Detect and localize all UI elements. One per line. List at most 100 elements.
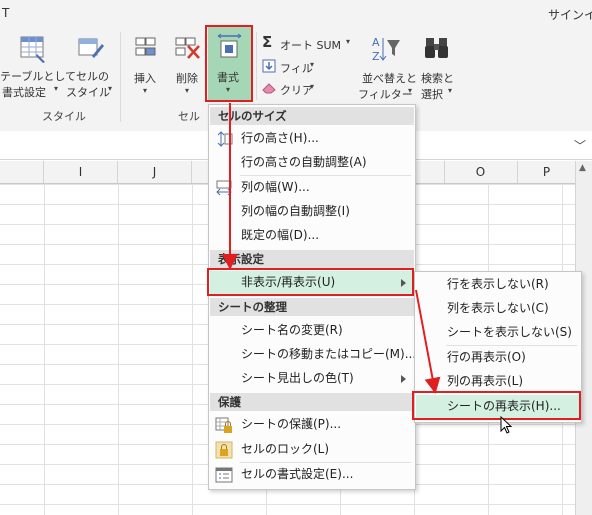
cell-styles-button[interactable]: セルの スタイル ▾ <box>66 34 116 102</box>
svg-text:A: A <box>372 36 380 49</box>
group-separator <box>120 32 121 122</box>
submenu-item-hide-rows[interactable]: 行を表示しない(R) <box>416 273 580 296</box>
chevron-down-icon: ▾ <box>185 86 190 95</box>
clear-label: クリア <box>280 84 313 97</box>
column-header[interactable] <box>0 161 44 183</box>
group-separator <box>256 32 257 100</box>
column-header-o[interactable]: O <box>444 161 518 183</box>
section-header-cell-size: セルのサイズ <box>210 107 414 125</box>
format-as-table-label1: テーブルとして <box>0 70 77 83</box>
column-header[interactable] <box>414 161 445 183</box>
chevron-down-icon: ▾ <box>310 60 315 69</box>
insert-label: 挿入 <box>134 72 156 85</box>
annotation-box-unhide-sheet <box>412 391 581 420</box>
menu-item-label: 列の幅の自動調整(I) <box>241 204 350 218</box>
column-header-i[interactable]: I <box>44 161 118 183</box>
chevron-down-icon: ▾ <box>54 84 59 93</box>
menu-item-label: シート名の変更(R) <box>241 323 343 337</box>
sigma-icon: Σ <box>262 33 273 51</box>
cell-styles-label1: セルの <box>76 70 109 83</box>
format-as-table-button[interactable]: テーブルとして 書式設定 ▾ <box>0 34 76 102</box>
section-header-organize-sheets: シートの整理 <box>210 298 414 316</box>
column-width-icon <box>216 180 232 196</box>
delete-button[interactable]: 削除 ▾ <box>168 34 208 102</box>
menu-item-label: 行の高さ(H)... <box>241 131 319 145</box>
menu-item-label: 行を表示しない(R) <box>447 277 549 291</box>
lock-icon <box>215 441 233 459</box>
delete-label: 削除 <box>176 72 198 85</box>
submenu-item-unhide-columns[interactable]: 列の再表示(L) <box>416 370 580 393</box>
binoculars-icon <box>425 38 448 58</box>
format-as-table-label2: 書式設定 <box>2 86 46 99</box>
menu-item-label: シートの移動またはコピー(M)... <box>241 347 417 361</box>
menu-item-default-width[interactable]: 既定の幅(D)... <box>210 224 414 247</box>
column-header-p[interactable]: P <box>518 161 575 183</box>
annotation-box-hide-unhide <box>207 268 414 296</box>
submenu-item-unhide-rows[interactable]: 行の再表示(O) <box>416 346 580 369</box>
table-format-icon <box>20 36 45 63</box>
menu-item-autofit-column-width[interactable]: 列の幅の自動調整(I) <box>210 200 414 223</box>
fill-down-icon <box>262 59 276 73</box>
submenu-item-hide-columns[interactable]: 列を表示しない(C) <box>416 297 580 320</box>
insert-cells-icon <box>135 37 156 56</box>
sort-filter-icon: A Z <box>372 36 400 63</box>
sort-filter-button[interactable]: A Z 並べ替えと フィルター ▾ <box>358 34 417 102</box>
menu-item-label: 列の再表示(L) <box>447 374 524 388</box>
find-select-button[interactable]: 検索と 選択 ▾ <box>418 34 458 102</box>
menu-item-rename-sheet[interactable]: シート名の変更(R) <box>210 319 414 342</box>
annotation-box-format <box>205 25 253 102</box>
menu-item-autofit-row-height[interactable]: 行の高さの自動調整(A) <box>210 151 414 174</box>
menu-item-label: 行の再表示(O) <box>447 350 526 364</box>
menu-item-lock-cell[interactable]: セルのロック(L) <box>210 438 414 461</box>
svg-text:Z: Z <box>372 50 380 63</box>
autosum-button[interactable]: Σ オート SUM ▾ <box>262 33 362 53</box>
menu-item-label: 行の高さの自動調整(A) <box>241 155 367 169</box>
menu-item-label: セルのロック(L) <box>241 442 330 456</box>
row-height-icon <box>217 131 233 147</box>
section-header-visibility: 表示設定 <box>210 250 414 268</box>
chevron-down-icon: ▾ <box>143 86 148 95</box>
mouse-cursor-icon <box>500 416 513 434</box>
chevron-down-icon: ▾ <box>108 84 113 93</box>
group-label-cells: セル <box>178 110 200 123</box>
menu-item-row-height[interactable]: 行の高さ(H)... <box>210 127 414 150</box>
menu-item-label: 列を表示しない(C) <box>447 301 549 315</box>
menu-item-label: シートの保護(P)... <box>241 417 342 431</box>
expand-formula-icon[interactable]: ﹀ <box>574 137 586 154</box>
cell-styles-label2: スタイル <box>66 86 110 99</box>
chevron-down-icon: ▾ <box>310 82 315 91</box>
menu-item-label: 列の幅(W)... <box>241 180 310 194</box>
sort-filter-label2: フィルター <box>358 88 413 101</box>
protect-sheet-icon <box>215 417 232 433</box>
delete-cells-icon <box>175 37 200 59</box>
autosum-label: オート SUM <box>280 39 342 52</box>
column-header-j[interactable]: J <box>118 161 192 183</box>
chevron-down-icon: ▾ <box>448 86 453 95</box>
submenu-arrow-icon <box>401 375 406 383</box>
menu-item-tab-color[interactable]: シート見出しの色(T) <box>210 367 414 390</box>
cell-styles-icon <box>78 38 104 58</box>
menu-item-format-cells[interactable]: セルの書式設定(E)... <box>210 463 414 486</box>
fill-button[interactable]: フィル ▾ <box>262 58 332 76</box>
section-header-protection: 保護 <box>210 393 414 411</box>
signin-link[interactable]: サインイン <box>548 6 592 23</box>
window-title: T <box>2 6 10 20</box>
submenu-item-hide-sheet[interactable]: シートを表示しない(S) <box>416 321 580 344</box>
menu-item-label: セルの書式設定(E)... <box>241 467 354 481</box>
scroll-up-icon[interactable]: ▲ <box>579 163 586 173</box>
menu-item-column-width[interactable]: 列の幅(W)... <box>210 176 414 199</box>
find-select-label1: 検索と <box>421 72 454 85</box>
menu-item-label: シートを表示しない(S) <box>447 325 572 339</box>
menu-item-move-copy-sheet[interactable]: シートの移動またはコピー(M)... <box>210 343 417 366</box>
menu-item-label: シート見出しの色(T) <box>241 371 354 385</box>
format-cells-icon <box>215 467 233 483</box>
group-label-style: スタイル <box>42 110 86 123</box>
insert-button[interactable]: 挿入 ▾ <box>126 34 166 102</box>
fill-label: フィル <box>280 62 313 75</box>
chevron-down-icon: ▾ <box>346 37 351 46</box>
clear-button[interactable]: クリア ▾ <box>262 80 332 98</box>
menu-item-label: 既定の幅(D)... <box>241 228 320 242</box>
menu-item-protect-sheet[interactable]: シートの保護(P)... <box>210 413 414 436</box>
sort-filter-label1: 並べ替えと <box>362 72 417 85</box>
format-dropdown-menu: セルのサイズ 行の高さ(H)... 行の高さの自動調整(A) 列の幅(W)...… <box>208 104 416 490</box>
